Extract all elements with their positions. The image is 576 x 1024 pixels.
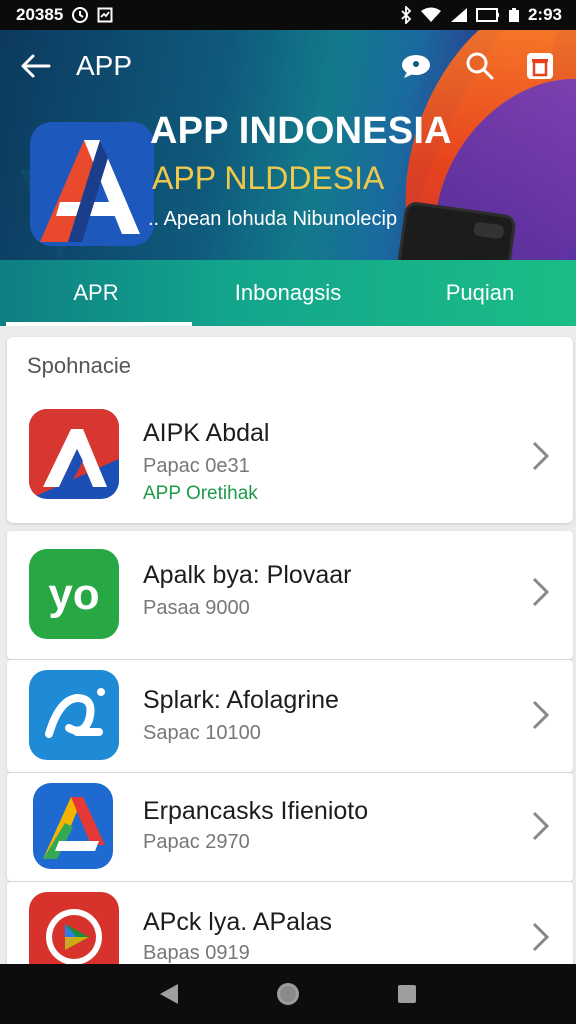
tab-label: Puqian <box>445 280 515 305</box>
item-subtitle: Bapas 0919 <box>143 942 250 964</box>
tab-puqian[interactable]: Puqian <box>384 260 576 326</box>
chat-icon <box>402 55 430 78</box>
item-title: Apalk bya: Plovaar <box>143 561 352 589</box>
chevron-right-icon <box>532 441 550 471</box>
status-bar: 20385 2:93 <box>0 0 576 30</box>
app-a-red-blue-icon <box>29 409 119 499</box>
hero-tagline: .. Apean lohuda Nibunolecip <box>148 208 398 230</box>
store-icon <box>527 53 553 79</box>
search-icon <box>466 52 494 80</box>
app-bar-title: APP <box>76 50 133 81</box>
app-bar: APP <box>0 30 576 102</box>
status-time-right: 2:93 <box>527 5 562 24</box>
status-time-left: 20385 <box>16 5 64 24</box>
app-a-logo-icon <box>30 122 154 246</box>
item-title: Splark: Afolagrine <box>143 686 339 714</box>
phone-screen: 20385 2:93 APP APP INDONESIA APP NLDDESI… <box>0 0 576 1024</box>
clock-icon <box>72 7 89 23</box>
wifi-icon <box>420 7 441 22</box>
item-subtitle: Papac 2970 <box>143 831 250 853</box>
status-left: 20385 <box>16 5 113 25</box>
item-subtitle: Pasaa 9000 <box>143 597 250 619</box>
item-subtitle: Sapac 10100 <box>143 722 261 744</box>
chevron-right-icon <box>532 577 550 607</box>
section-label: Spohnacie <box>27 353 131 378</box>
chevron-right-icon <box>532 700 550 730</box>
blue-swirl-icon <box>29 670 119 760</box>
nav-back-button[interactable] <box>149 974 189 1014</box>
status-right: 2:93 <box>400 5 562 25</box>
notification-icon <box>97 7 113 23</box>
chat-button[interactable] <box>398 48 434 84</box>
search-button[interactable] <box>462 48 498 84</box>
yo-green-icon: yo <box>29 549 119 639</box>
chevron-right-icon <box>532 922 550 952</box>
list-item[interactable]: AIPK Abdal Papac 0e31 APP Oretihak <box>7 395 573 523</box>
nav-back-icon <box>160 984 179 1004</box>
list-item[interactable]: APck lya. APalas Bapas 0919 <box>7 882 573 982</box>
store-button[interactable] <box>522 48 558 84</box>
header-banner: APP APP INDONESIA APP NLDDESIA .. Apean … <box>0 30 576 260</box>
nav-recents-icon <box>397 985 416 1003</box>
colorful-a-icon <box>33 783 113 869</box>
item-status: APP Oretihak <box>143 483 258 504</box>
item-title: AIPK Abdal <box>143 419 270 447</box>
list-item[interactable]: yo Apalk bya: Plovaar Pasaa 9000 <box>7 531 573 659</box>
battery-level-icon <box>508 8 519 22</box>
list-item[interactable]: Erpancasks Ifienioto Papac 2970 <box>7 773 573 881</box>
bluetooth-icon <box>401 6 412 24</box>
list-item[interactable]: Splark: Afolagrine Sapac 10100 <box>7 660 573 772</box>
tab-label: APR <box>73 280 119 305</box>
item-subtitle: Papac 0e31 <box>143 455 250 477</box>
nav-home-button[interactable] <box>268 974 308 1014</box>
tab-bar: APR Inbonagsis Puqian <box>0 260 576 326</box>
item-title: APck lya. APalas <box>143 908 332 936</box>
tab-inbonagsis[interactable]: Inbonagsis <box>192 260 384 326</box>
back-button[interactable] <box>18 50 54 82</box>
back-arrow-icon <box>21 54 51 78</box>
tab-apr[interactable]: APR <box>0 260 192 326</box>
hero-subtitle: APP NLDDESIA <box>152 160 385 196</box>
signal-icon <box>450 8 467 22</box>
nav-recents-button[interactable] <box>387 974 427 1014</box>
hero-app-logo <box>30 122 154 246</box>
item-title: Erpancasks Ifienioto <box>143 797 369 825</box>
hero-title: APP INDONESIA <box>150 110 452 152</box>
system-nav-bar <box>0 964 576 1024</box>
nav-home-icon <box>276 983 299 1005</box>
battery-icon <box>475 8 499 22</box>
tab-label: Inbonagsis <box>234 280 342 305</box>
phone-camera <box>472 221 505 240</box>
chevron-right-icon <box>532 811 550 841</box>
svg-text:yo: yo <box>48 570 99 619</box>
